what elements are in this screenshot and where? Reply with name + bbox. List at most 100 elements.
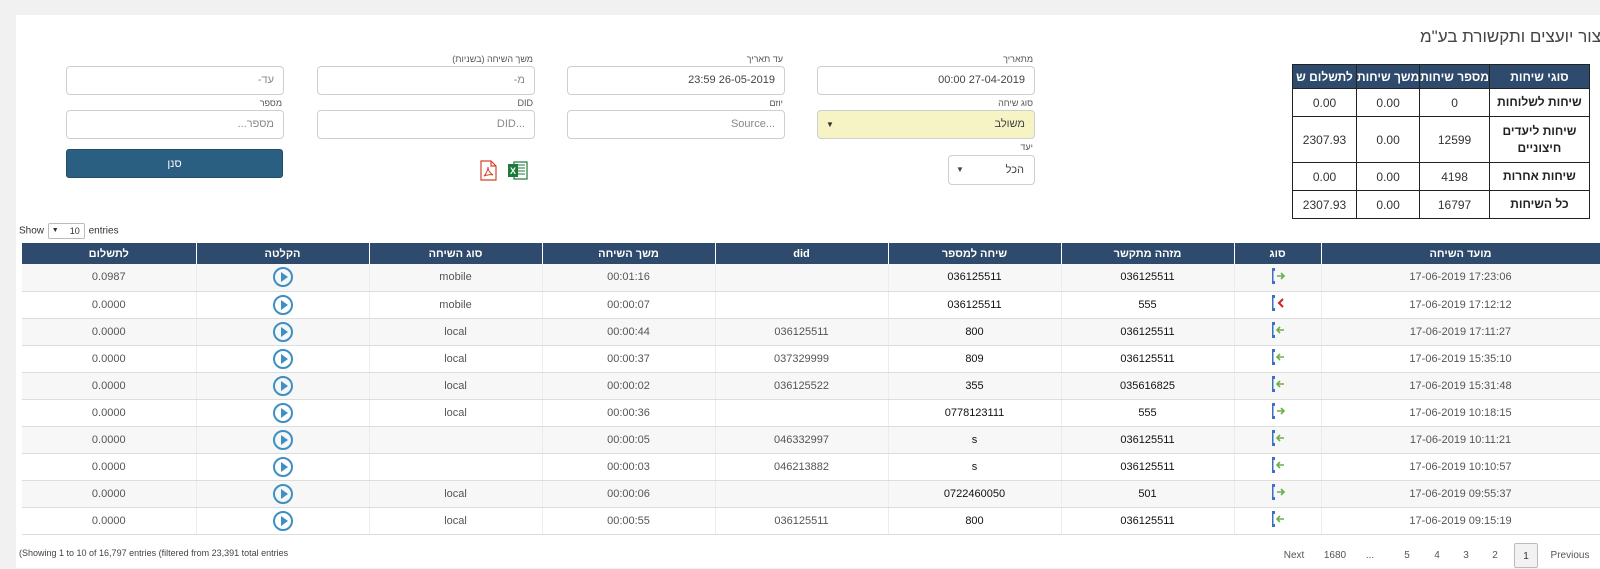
col-header-recording[interactable]: הקלטה: [196, 243, 370, 264]
cell-time: 17-06-2019 10:18:15: [1321, 399, 1600, 427]
page-link[interactable]: 2: [1485, 543, 1505, 568]
initiator-label: יוזם: [769, 98, 783, 108]
page-link[interactable]: 5: [1397, 543, 1417, 568]
play-icon[interactable]: [272, 375, 293, 396]
cell-pay: 0.0000: [22, 399, 197, 427]
filter-button[interactable]: סנן: [66, 149, 283, 178]
col-header-did[interactable]: did: [715, 243, 889, 264]
col-header-pay[interactable]: לתשלום: [22, 243, 197, 264]
cell-to-number: 355: [888, 372, 1062, 400]
call-type-select[interactable]: משולב ▼: [817, 110, 1035, 139]
pdf-export-icon[interactable]: [480, 160, 497, 181]
summary-label: שיחות לשלוחות: [1488, 88, 1590, 117]
play-icon[interactable]: [272, 294, 293, 315]
play-icon[interactable]: [272, 267, 293, 288]
cell-time: 17-06-2019 17:11:27: [1321, 318, 1600, 346]
cell-direction: [1234, 480, 1322, 508]
summary-pay: 2307.93: [1292, 190, 1357, 219]
to-date-input[interactable]: 26-05-2019 23:59: [567, 66, 785, 95]
previous-page-link[interactable]: Previous: [1547, 543, 1593, 568]
cell-direction: [1234, 399, 1322, 427]
play-icon[interactable]: [272, 483, 293, 504]
play-icon[interactable]: [272, 348, 293, 369]
duration-to-input[interactable]: עד-: [66, 66, 284, 95]
col-header-call-type[interactable]: סוג השיחה: [369, 243, 543, 264]
col-header-time[interactable]: מועד השיחה: [1321, 243, 1600, 264]
destination-select[interactable]: הכל ▼: [948, 155, 1035, 185]
duration-from-input[interactable]: מ-: [317, 66, 535, 95]
page-link[interactable]: 4: [1427, 543, 1447, 568]
duration-label: משך השיחה (בשניות): [452, 54, 533, 64]
cell-caller-id: 036125511: [1061, 507, 1235, 535]
outgoing-call-icon: [1268, 403, 1288, 423]
summary-duration: 0.00: [1355, 162, 1421, 191]
cell-to-number: 036125511: [888, 291, 1062, 319]
summary-label: שיחות ליעדים חיצוניים: [1488, 116, 1590, 163]
number-label: מספר: [259, 98, 282, 108]
company-title: צור יועצים ותקשורת בע"מ: [1420, 27, 1600, 46]
col-header-direction[interactable]: סוג: [1234, 243, 1322, 264]
page-link[interactable]: 1680: [1318, 543, 1352, 568]
from-date-label: מתאריך: [1003, 54, 1033, 64]
cell-to-number: s: [888, 426, 1062, 454]
table-row: 0.0987 mobile 00:01:16 036125511 036125511 17…: [22, 264, 1600, 292]
cell-call-type: mobile: [369, 264, 543, 292]
summary-row: שיחות אחרות 4198 0.00 0.00: [1292, 162, 1590, 191]
svg-text:X: X: [510, 166, 516, 176]
number-input[interactable]: מספר...: [66, 110, 284, 139]
summary-duration: 0.00: [1355, 116, 1421, 163]
table-row: 0.0000 00:00:03 046213882 s 036125511 17-06-2…: [22, 453, 1600, 481]
call-type-label: סוג שיחה: [998, 98, 1033, 108]
cell-did: 036125522: [715, 372, 889, 400]
cell-to-number: 800: [888, 318, 1062, 346]
did-input[interactable]: DID...: [317, 110, 535, 139]
cell-call-type: local: [369, 318, 543, 346]
cell-duration: 00:00:03: [542, 453, 716, 481]
cell-call-type: mobile: [369, 291, 543, 319]
table-row: 0.0000 local 00:00:55 036125511 800 036125511…: [22, 507, 1600, 535]
cell-time: 17-06-2019 17:12:12: [1321, 291, 1600, 319]
excel-export-icon[interactable]: X: [507, 160, 528, 181]
cell-time: 17-06-2019 10:10:57: [1321, 453, 1600, 481]
chevron-down-icon: ▼: [956, 165, 964, 174]
cell-direction: [1234, 291, 1322, 319]
cell-caller-id: 555: [1061, 399, 1235, 427]
summary-count: 16797: [1419, 190, 1490, 219]
cell-recording: [196, 507, 370, 535]
play-icon[interactable]: [272, 429, 293, 450]
cell-pay: 0.0000: [22, 318, 197, 346]
table-info: (Showing 1 to 10 of 16,797 entries (filt…: [19, 548, 289, 558]
next-page-link[interactable]: Next: [1278, 543, 1310, 568]
cell-recording: [196, 264, 370, 292]
play-icon[interactable]: [272, 321, 293, 342]
table-row: 0.0000 local 00:00:06 0722460050 501 17-06-20…: [22, 480, 1600, 508]
play-icon[interactable]: [272, 456, 293, 477]
summary-duration: 0.00: [1355, 88, 1421, 117]
page-link[interactable]: 3: [1456, 543, 1476, 568]
col-header-to-number[interactable]: שיחה למספר: [888, 243, 1062, 264]
from-date-input[interactable]: 27-04-2019 00:00: [817, 66, 1035, 95]
col-header-caller-id[interactable]: מזהה מתקשר: [1061, 243, 1235, 264]
destination-value: הכל: [1005, 164, 1024, 176]
call-type-value: משולב: [994, 118, 1025, 130]
summary-row: שיחות לשלוחות 0 0.00 0.00: [1292, 88, 1590, 117]
summary-pay: 2307.93: [1292, 116, 1357, 163]
summary-header-count: מספר שיחות: [1419, 64, 1490, 89]
cell-did: [715, 264, 889, 292]
length-value: 10: [69, 226, 80, 236]
initiator-input[interactable]: Source...: [567, 110, 785, 139]
outgoing-call-icon: [1268, 484, 1288, 504]
cell-caller-id: 036125511: [1061, 453, 1235, 481]
cell-recording: [196, 345, 370, 373]
play-icon[interactable]: [272, 510, 293, 531]
col-header-duration[interactable]: משך השיחה: [542, 243, 716, 264]
cell-duration: 00:00:55: [542, 507, 716, 535]
cell-direction: [1234, 453, 1322, 481]
length-menu: Show ▼ 10 entries: [19, 223, 119, 239]
length-select[interactable]: ▼ 10: [47, 223, 85, 239]
play-icon[interactable]: [272, 402, 293, 423]
cell-time: 17-06-2019 10:11:21: [1321, 426, 1600, 454]
incoming-call-icon: [1268, 349, 1288, 369]
cell-duration: 00:00:36: [542, 399, 716, 427]
current-page-link[interactable]: 1: [1514, 543, 1538, 568]
